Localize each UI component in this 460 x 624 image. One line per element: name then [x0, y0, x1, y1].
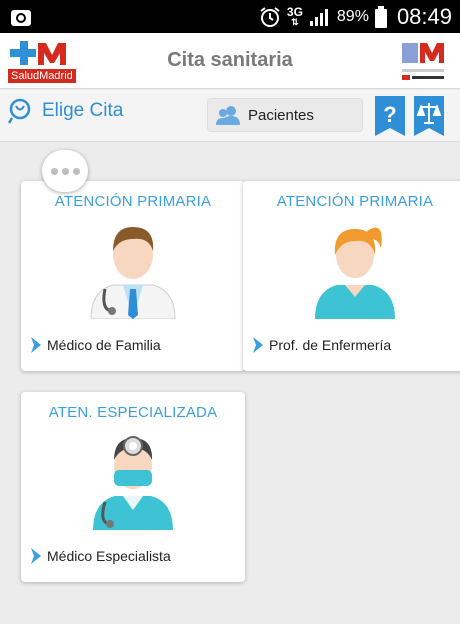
card-link-label: Prof. de Enfermería — [269, 337, 392, 353]
card-link[interactable]: Médico de Familia — [31, 337, 161, 353]
card-title: ATENCIÓN PRIMARIA — [276, 193, 434, 210]
card-link[interactable]: Médico Especialista — [31, 548, 171, 564]
chevron-right-icon — [253, 337, 263, 353]
salud-madrid-logo: SaludMadrid — [8, 39, 76, 85]
app-header: SaludMadrid Cita sanitaria — [0, 33, 460, 89]
patients-icon — [216, 106, 240, 125]
pacientes-button[interactable]: Pacientes — [207, 98, 363, 132]
more-options-button[interactable] — [42, 150, 88, 192]
help-button[interactable]: ? — [375, 96, 405, 136]
more-dot — [50, 167, 58, 175]
signal-icon — [309, 8, 328, 26]
card-medico-familia[interactable]: ATENCIÓN PRIMARIA Médico de Familia — [21, 181, 245, 371]
battery-icon — [374, 5, 387, 28]
elige-cita-button[interactable]: Elige Cita — [8, 98, 123, 124]
stethoscope-icon — [8, 98, 31, 124]
doctor-icon — [90, 227, 176, 319]
card-enfermeria[interactable]: ATENCIÓN PRIMARIA Prof. de Enfermería — [243, 181, 460, 371]
specialist-icon — [93, 436, 173, 530]
network-indicator: 3G ⇅ — [286, 4, 303, 27]
chevron-right-icon — [31, 337, 41, 353]
more-dot — [72, 167, 80, 175]
legal-button[interactable] — [414, 96, 444, 136]
comunidad-madrid-logo — [400, 39, 448, 83]
card-link-label: Médico Especialista — [47, 548, 171, 564]
card-title: ATENCIÓN PRIMARIA — [54, 193, 212, 210]
status-bar: 3G ⇅ 89% 08:49 — [0, 0, 460, 33]
app-title: Cita sanitaria — [167, 49, 293, 71]
card-medico-especialista[interactable]: ATEN. ESPECIALIZADA Médico Especialista — [21, 392, 245, 582]
card-link[interactable]: Prof. de Enfermería — [253, 337, 391, 353]
alarm-icon — [260, 6, 280, 27]
card-link-label: Médico de Familia — [47, 337, 161, 353]
elige-cita-label: Elige Cita — [42, 100, 124, 121]
more-dot — [61, 167, 69, 175]
clock: 08:49 — [396, 3, 452, 29]
app-notification-icon — [11, 9, 31, 26]
pacientes-label: Pacientes — [248, 106, 314, 124]
salud-madrid-logo-text: SaludMadrid — [8, 69, 76, 83]
toolbar: Elige Cita Pacientes ? — [0, 90, 460, 142]
chevron-right-icon — [31, 548, 41, 564]
nurse-icon — [315, 227, 395, 319]
card-title: ATEN. ESPECIALIZADA — [48, 404, 218, 421]
battery-percent: 89% — [336, 7, 369, 25]
help-icon: ? — [383, 102, 396, 127]
